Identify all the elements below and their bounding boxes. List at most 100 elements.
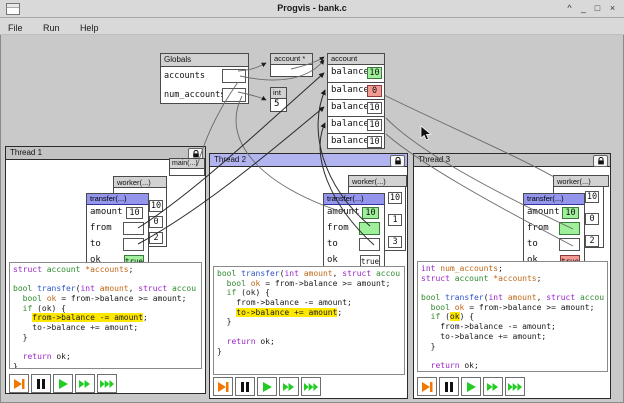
frame-worker: worker(...) bbox=[348, 175, 407, 187]
globals-title: Globals bbox=[161, 54, 248, 67]
worker-value: 1 bbox=[388, 214, 402, 226]
amount-value: 10 bbox=[362, 207, 379, 219]
close-button[interactable]: × bbox=[606, 2, 619, 15]
thread-3-panel: Thread 3 worker(...) 10 0 2 transfer(...… bbox=[413, 153, 611, 399]
play-icon bbox=[464, 380, 478, 394]
balance-row: balance 10 bbox=[328, 65, 384, 82]
fastest-forward-icon bbox=[304, 380, 318, 394]
thread-2-title: Thread 2 bbox=[214, 155, 246, 164]
balance-row: balance 10 bbox=[328, 116, 384, 133]
to-pointer-cell bbox=[359, 238, 380, 251]
worker-value: 10 bbox=[388, 192, 402, 204]
balance-value: 10 bbox=[367, 136, 382, 148]
balance-row: balance 0 bbox=[328, 82, 384, 99]
frame-worker: worker(...) bbox=[113, 176, 167, 188]
pause-button[interactable] bbox=[439, 377, 459, 396]
num-accounts-pointer-cell bbox=[222, 88, 246, 102]
fast-forward-icon bbox=[78, 377, 92, 391]
local-to: to bbox=[324, 237, 384, 253]
thread-2-titlebar[interactable]: Thread 2 bbox=[210, 154, 407, 167]
play-fastest-button[interactable] bbox=[301, 377, 321, 396]
accounts-pointer-cell bbox=[222, 69, 246, 83]
pause-icon bbox=[238, 380, 252, 394]
skip-to-next-icon bbox=[420, 380, 434, 394]
shade-button[interactable]: ^ bbox=[563, 2, 576, 15]
window-titlebar[interactable]: Progvis - bank.c ^ _ □ × bbox=[0, 0, 624, 18]
padlock-icon bbox=[597, 157, 605, 165]
balance-value: 0 bbox=[367, 85, 382, 97]
local-amount: amount 10 bbox=[324, 205, 384, 221]
account-array-box[interactable]: account balance 10 balance 0 balance 10 … bbox=[327, 53, 385, 149]
lock-button[interactable] bbox=[593, 155, 608, 167]
int-title: int bbox=[271, 88, 286, 99]
play-icon bbox=[260, 380, 274, 394]
maximize-button[interactable]: □ bbox=[591, 2, 604, 15]
balance-value: 10 bbox=[367, 119, 382, 131]
play-fastest-button[interactable] bbox=[97, 374, 117, 393]
globals-box[interactable]: Globals accounts num_accounts bbox=[160, 53, 249, 104]
code-view: bool transfer(int amount, struct accou b… bbox=[213, 266, 405, 375]
lock-button[interactable] bbox=[390, 155, 405, 167]
run-to-next-button[interactable] bbox=[213, 377, 233, 396]
balance-row: balance 10 bbox=[328, 99, 384, 116]
local-from: from bbox=[324, 221, 384, 237]
amount-value: 10 bbox=[562, 207, 579, 219]
thread-3-title: Thread 3 bbox=[418, 155, 450, 164]
play-icon bbox=[56, 377, 70, 391]
balance-value: 10 bbox=[367, 67, 382, 79]
account-pointer-box[interactable]: account * bbox=[270, 53, 313, 77]
skip-to-next-icon bbox=[216, 380, 230, 394]
play-fastest-button[interactable] bbox=[505, 377, 525, 396]
pause-button[interactable] bbox=[235, 377, 255, 396]
padlock-icon bbox=[394, 157, 402, 165]
global-row-accounts: accounts bbox=[161, 67, 248, 86]
frame-transfer: transfer(...) amount 10 from to ok true bbox=[523, 193, 585, 268]
thread-1-panel: Thread 1 main(...) worker(...) 10 0 2 tr… bbox=[5, 146, 206, 394]
progvis-window: Progvis - bank.c ^ _ □ × File Run Help G… bbox=[0, 0, 624, 403]
account-pointer-title: account * bbox=[271, 54, 312, 65]
worker-value: 0 bbox=[149, 216, 163, 228]
frame-main: main(...) bbox=[169, 158, 205, 176]
local-from: from bbox=[87, 221, 148, 237]
thread-3-titlebar[interactable]: Thread 3 bbox=[414, 154, 610, 167]
pause-icon bbox=[442, 380, 456, 394]
frame-worker: worker(...) bbox=[553, 175, 609, 187]
int-value: 5 bbox=[271, 99, 286, 111]
local-to: to bbox=[524, 237, 584, 253]
play-fast-button[interactable] bbox=[279, 377, 299, 396]
skip-to-next-icon bbox=[12, 377, 26, 391]
play-button[interactable] bbox=[53, 374, 73, 393]
local-from: from bbox=[524, 221, 584, 237]
frame-transfer: transfer(...) amount 10 from to ok true bbox=[323, 193, 385, 268]
menu-file[interactable]: File bbox=[0, 21, 31, 33]
minimize-button[interactable]: _ bbox=[577, 2, 590, 15]
amount-value: 10 bbox=[126, 207, 143, 219]
fast-forward-icon bbox=[486, 380, 500, 394]
menubar: File Run Help bbox=[0, 18, 624, 35]
pause-button[interactable] bbox=[31, 374, 51, 393]
run-to-next-button[interactable] bbox=[417, 377, 437, 396]
frame-transfer: transfer(...) amount 10 from to ok true bbox=[86, 193, 149, 268]
global-row-num-accounts: num_accounts bbox=[161, 86, 248, 105]
play-fast-button[interactable] bbox=[483, 377, 503, 396]
int-box[interactable]: int 5 bbox=[270, 87, 287, 112]
from-pointer-cell bbox=[359, 222, 380, 235]
padlock-icon bbox=[192, 150, 200, 158]
run-to-next-button[interactable] bbox=[9, 374, 29, 393]
worker-value: 0 bbox=[585, 213, 599, 225]
from-pointer-cell bbox=[123, 222, 144, 235]
to-pointer-cell bbox=[123, 238, 144, 251]
menu-help[interactable]: Help bbox=[72, 21, 107, 33]
thread-2-panel: Thread 2 worker(...) 10 1 3 transfer(...… bbox=[209, 153, 408, 399]
balance-row: balance 10 bbox=[328, 133, 384, 150]
play-button[interactable] bbox=[257, 377, 277, 396]
menu-run[interactable]: Run bbox=[35, 21, 68, 33]
worker-value: 2 bbox=[149, 232, 163, 244]
window-title: Progvis - bank.c bbox=[0, 3, 624, 13]
worker-value: 10 bbox=[149, 200, 163, 212]
local-amount: amount 10 bbox=[87, 205, 148, 221]
code-view: int num_accounts;struct account *account… bbox=[417, 261, 608, 372]
from-pointer-cell bbox=[559, 222, 580, 235]
play-fast-button[interactable] bbox=[75, 374, 95, 393]
play-button[interactable] bbox=[461, 377, 481, 396]
